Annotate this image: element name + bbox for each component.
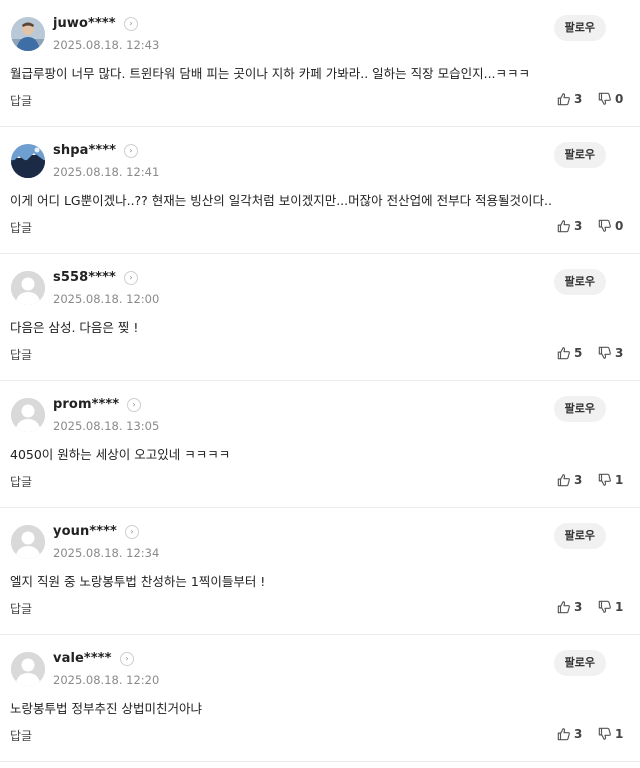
- thumbs-up-icon: [557, 93, 570, 106]
- dislike-count: 1: [615, 473, 624, 487]
- username[interactable]: s558****: [53, 270, 116, 285]
- comment-item: juwo**** › 2025.08.18. 12:43 팔로우 월급루팡이 너…: [0, 0, 640, 127]
- timestamp: 2025.08.18. 12:20: [53, 673, 160, 687]
- avatar[interactable]: [11, 17, 45, 51]
- like-button[interactable]: 3: [557, 92, 582, 106]
- thumbs-up-icon: [557, 220, 570, 233]
- avatar-image: [11, 271, 45, 305]
- follow-button[interactable]: 팔로우: [553, 15, 606, 41]
- comment-text: 다음은 삼성. 다음은 찢 !: [10, 320, 139, 335]
- dislike-count: 1: [615, 600, 624, 614]
- like-button[interactable]: 5: [557, 346, 582, 360]
- comment-item: youn**** › 2025.08.18. 12:34 팔로우 엘지 직원 중…: [0, 508, 640, 635]
- timestamp: 2025.08.18. 12:00: [53, 292, 160, 306]
- follow-button[interactable]: 팔로우: [553, 142, 606, 168]
- follow-button[interactable]: 팔로우: [553, 523, 606, 549]
- chevron-right-icon[interactable]: ›: [124, 271, 138, 285]
- reply-button[interactable]: 답글: [10, 600, 32, 617]
- comment-text: 노랑봉투법 정부추진 상법미친거아냐: [10, 701, 202, 716]
- like-count: 3: [574, 727, 583, 741]
- thumbs-down-icon: [598, 727, 611, 740]
- follow-button[interactable]: 팔로우: [553, 396, 606, 422]
- dislike-button[interactable]: 1: [598, 473, 623, 487]
- thumbs-up-icon: [557, 601, 570, 614]
- comment-list: juwo**** › 2025.08.18. 12:43 팔로우 월급루팡이 너…: [0, 0, 640, 762]
- thumbs-up-icon: [557, 474, 570, 487]
- avatar-image: [11, 398, 45, 432]
- comment-text: 4050이 원하는 세상이 오고있네 ㅋㅋㅋㅋ: [10, 447, 231, 462]
- username[interactable]: youn****: [53, 524, 117, 539]
- avatar[interactable]: [11, 144, 45, 178]
- dislike-count: 0: [615, 219, 624, 233]
- timestamp: 2025.08.18. 13:05: [53, 419, 160, 433]
- thumbs-down-icon: [598, 346, 611, 359]
- timestamp: 2025.08.18. 12:41: [53, 165, 160, 179]
- like-count: 3: [574, 473, 583, 487]
- dislike-count: 3: [615, 346, 624, 360]
- like-count: 3: [574, 219, 583, 233]
- username[interactable]: prom****: [53, 397, 119, 412]
- reply-button[interactable]: 답글: [10, 346, 32, 363]
- like-count: 5: [574, 346, 583, 360]
- timestamp: 2025.08.18. 12:43: [53, 38, 160, 52]
- reply-button[interactable]: 답글: [10, 473, 32, 490]
- dislike-button[interactable]: 0: [598, 92, 623, 106]
- chevron-right-icon[interactable]: ›: [124, 17, 138, 31]
- dislike-count: 1: [615, 727, 624, 741]
- comment-item: vale**** › 2025.08.18. 12:20 팔로우 노랑봉투법 정…: [0, 635, 640, 762]
- avatar[interactable]: [11, 652, 45, 686]
- thumbs-up-icon: [557, 347, 570, 360]
- avatar-image: [11, 652, 45, 686]
- avatar-image: [11, 144, 45, 178]
- like-count: 3: [574, 92, 583, 106]
- like-button[interactable]: 3: [557, 219, 582, 233]
- reply-button[interactable]: 답글: [10, 219, 32, 236]
- comment-item: shpa**** › 2025.08.18. 12:41 팔로우 이게 어디 L…: [0, 127, 640, 254]
- comment-text: 엘지 직원 중 노랑봉투법 찬성하는 1찍이들부터 !: [10, 574, 266, 589]
- avatar-image: [11, 17, 45, 51]
- username[interactable]: juwo****: [53, 16, 116, 31]
- dislike-button[interactable]: 3: [598, 346, 623, 360]
- reply-button[interactable]: 답글: [10, 727, 32, 744]
- avatar[interactable]: [11, 525, 45, 559]
- follow-button[interactable]: 팔로우: [553, 269, 606, 295]
- chevron-right-icon[interactable]: ›: [120, 652, 134, 666]
- dislike-button[interactable]: 1: [598, 727, 623, 741]
- thumbs-down-icon: [598, 600, 611, 613]
- thumbs-down-icon: [598, 219, 611, 232]
- comment-text: 이게 어디 LG뿐이겠나..?? 현재는 빙산의 일각처럼 보이겠지만...머잖…: [10, 193, 552, 208]
- follow-button[interactable]: 팔로우: [553, 650, 606, 676]
- username[interactable]: vale****: [53, 651, 112, 666]
- timestamp: 2025.08.18. 12:34: [53, 546, 160, 560]
- like-button[interactable]: 3: [557, 473, 582, 487]
- thumbs-down-icon: [598, 92, 611, 105]
- thumbs-up-icon: [557, 728, 570, 741]
- chevron-right-icon[interactable]: ›: [127, 398, 141, 412]
- dislike-button[interactable]: 1: [598, 600, 623, 614]
- dislike-button[interactable]: 0: [598, 219, 623, 233]
- username[interactable]: shpa****: [53, 143, 116, 158]
- like-count: 3: [574, 600, 583, 614]
- reply-button[interactable]: 답글: [10, 92, 32, 109]
- chevron-right-icon[interactable]: ›: [124, 144, 138, 158]
- dislike-count: 0: [615, 92, 624, 106]
- chevron-right-icon[interactable]: ›: [125, 525, 139, 539]
- like-button[interactable]: 3: [557, 600, 582, 614]
- like-button[interactable]: 3: [557, 727, 582, 741]
- comment-item: s558**** › 2025.08.18. 12:00 팔로우 다음은 삼성.…: [0, 254, 640, 381]
- avatar[interactable]: [11, 398, 45, 432]
- thumbs-down-icon: [598, 473, 611, 486]
- avatar-image: [11, 525, 45, 559]
- avatar[interactable]: [11, 271, 45, 305]
- comment-item: prom**** › 2025.08.18. 13:05 팔로우 4050이 원…: [0, 381, 640, 508]
- comment-text: 월급루팡이 너무 많다. 트윈타워 담배 피는 곳이나 지하 카페 가봐라.. …: [10, 66, 531, 81]
